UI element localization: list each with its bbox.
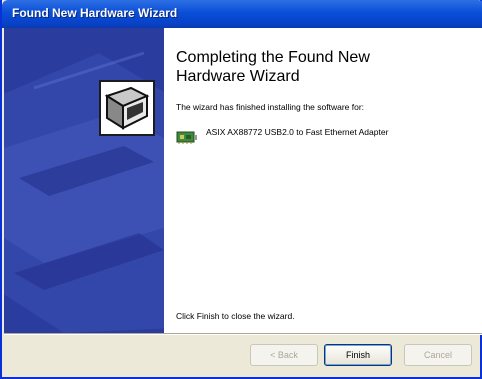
window-title: Found New Hardware Wizard [12, 6, 178, 20]
footer-instruction: Click Finish to close the wizard. [176, 311, 295, 321]
button-separator [4, 333, 482, 335]
wizard-side-panel [4, 28, 164, 333]
finish-button[interactable]: Finish [324, 344, 392, 366]
wizard-content-panel: Completing the Found New Hardware Wizard… [164, 28, 482, 333]
page-heading: Completing the Found New Hardware Wizard [176, 49, 370, 85]
wizard-window: Found New Hardware Wizard Completing the… [0, 0, 482, 379]
status-text: The wizard has finished installing the s… [176, 102, 365, 112]
device-name: ASIX AX88772 USB2.0 to Fast Ethernet Ada… [206, 127, 389, 137]
cancel-button[interactable]: Cancel [404, 344, 472, 366]
back-button[interactable]: < Back [250, 344, 318, 366]
hardware-wizard-icon [99, 80, 155, 136]
side-panel-graphic [4, 28, 164, 333]
title-bar[interactable]: Found New Hardware Wizard [2, 0, 482, 28]
network-adapter-icon [176, 129, 198, 145]
